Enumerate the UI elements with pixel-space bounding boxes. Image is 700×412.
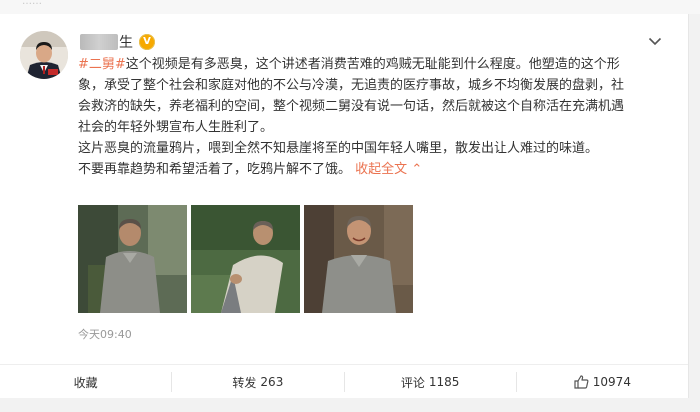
collapse-label: 收起全文 bbox=[355, 162, 408, 177]
post-line-5: 这片恶臭的流量鸦片，喂到全然不知悬崖将至的中国年轻人嘴里，散发出让人难过的味道。 bbox=[78, 141, 599, 156]
comment-button[interactable]: 评论 1185 bbox=[343, 372, 516, 392]
comment-count: 1185 bbox=[428, 375, 460, 389]
post-photo-1[interactable] bbox=[78, 205, 187, 313]
like-count: 10974 bbox=[592, 375, 631, 389]
photo-grid bbox=[78, 205, 413, 313]
page-crumb: …… bbox=[22, 0, 42, 7]
hashtag-link[interactable]: #二舅# bbox=[78, 57, 126, 72]
avatar[interactable] bbox=[20, 31, 68, 79]
post-line-3: 会救济的缺失，养老福利的空间，整个视频二舅没有说一句话，然后就被这个自称活在充满… bbox=[78, 99, 625, 114]
top-strip: …… bbox=[0, 0, 700, 14]
post-line-4: 社会的年轻外甥宣布人生胜利了。 bbox=[78, 120, 274, 135]
action-bar: 收藏 转发 263 评论 1185 10974 bbox=[0, 364, 688, 399]
post-line-6: 不要再靠趋势和希望活着了，吃鸦片解不了饿。 bbox=[78, 162, 352, 177]
repost-label: 转发 bbox=[232, 375, 257, 390]
post-photo-2[interactable] bbox=[191, 205, 300, 313]
author-row: 生 V bbox=[80, 32, 155, 52]
favorite-label: 收藏 bbox=[73, 375, 98, 390]
post-text: #二舅#这个视频是有多恶臭，这个讲述者消费苦难的鸡贼无耻能到什么程度。他塑造的这… bbox=[78, 54, 663, 180]
repost-button[interactable]: 转发 263 bbox=[171, 372, 343, 392]
author-name-redacted bbox=[80, 34, 118, 50]
thumbs-up-icon bbox=[574, 375, 589, 389]
collapse-arrow-icon: ⌃ bbox=[411, 162, 423, 177]
page-bottom bbox=[0, 398, 700, 412]
post-timestamp[interactable]: 今天09:40 bbox=[78, 326, 132, 342]
author-name[interactable]: 生 bbox=[119, 32, 133, 52]
post-photo-3[interactable] bbox=[304, 205, 413, 313]
repost-count: 263 bbox=[260, 375, 284, 389]
comment-label: 评论 bbox=[400, 375, 425, 390]
post-line-2: 象，承受了整个社会和家庭对他的不公与冷漠，无追责的医疗事故，城乡不均衡发展的盘剥… bbox=[78, 78, 625, 93]
like-button[interactable]: 10974 bbox=[515, 372, 688, 392]
verified-badge-icon: V bbox=[139, 34, 155, 50]
collapse-link[interactable]: 收起全文 ⌃ bbox=[355, 162, 422, 177]
post-line-1: 这个视频是有多恶臭，这个讲述者消费苦难的鸡贼无耻能到什么程度。他塑造的这个形 bbox=[125, 57, 620, 72]
favorite-button[interactable]: 收藏 bbox=[0, 372, 171, 392]
chevron-down-icon[interactable] bbox=[646, 32, 664, 50]
post-card: 生 V #二舅#这个视频是有多恶臭，这个讲述者消费苦难的鸡贼无耻能到什么程度。他… bbox=[0, 14, 689, 412]
